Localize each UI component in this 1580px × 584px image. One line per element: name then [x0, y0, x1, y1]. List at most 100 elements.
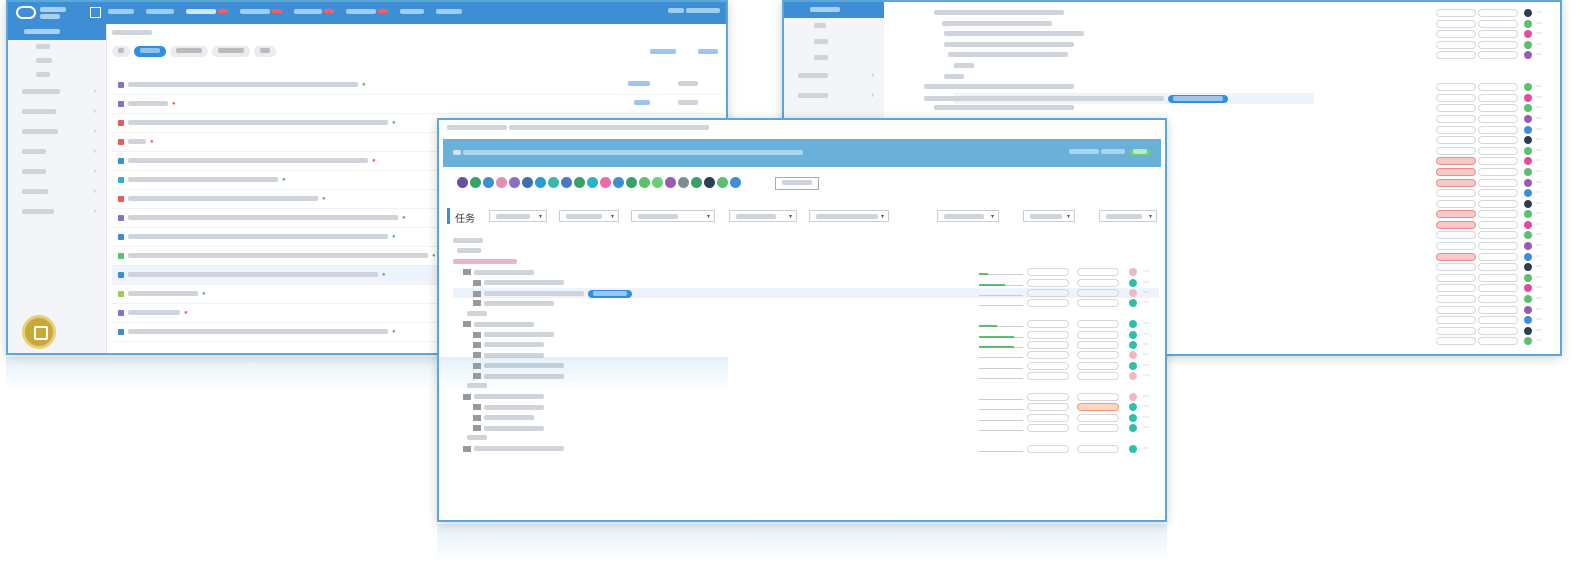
member-avatar[interactable] — [535, 177, 546, 188]
task-row[interactable]: ⋯ — [453, 402, 1159, 412]
status-icon[interactable] — [1524, 273, 1532, 282]
due-date-field[interactable] — [1077, 268, 1119, 277]
list-item[interactable]: ● — [112, 76, 722, 95]
start-date-field[interactable] — [1027, 351, 1069, 360]
status-icon[interactable] — [1129, 444, 1137, 453]
status-icon[interactable] — [1524, 199, 1532, 208]
due-date-field[interactable] — [1077, 392, 1119, 401]
member-avatar[interactable] — [574, 177, 585, 188]
start-date-field[interactable] — [1027, 413, 1069, 422]
status-icon[interactable] — [1524, 157, 1532, 166]
status-icon[interactable] — [1524, 252, 1532, 261]
member-avatar[interactable] — [665, 177, 676, 188]
more-icon[interactable]: ⋯ — [1536, 231, 1542, 238]
filter-pill[interactable] — [170, 46, 208, 57]
outline-row[interactable]: ⋯ — [914, 19, 1560, 30]
sidebar-item[interactable]: › — [8, 182, 106, 202]
outline-sidebar-item[interactable]: › — [784, 66, 884, 86]
start-date-field[interactable] — [1436, 51, 1476, 60]
sidebar-subitem[interactable] — [8, 40, 106, 54]
outline-row[interactable]: ⋯ — [914, 82, 1560, 93]
task-row[interactable]: ⋯ — [453, 267, 1159, 277]
due-date-field[interactable] — [1478, 114, 1518, 123]
due-date-field[interactable] — [1077, 351, 1119, 360]
start-date-field[interactable] — [1436, 146, 1476, 155]
start-date-field[interactable] — [1436, 93, 1476, 102]
outline-sidebar-subitem[interactable] — [784, 50, 884, 66]
outline-row[interactable] — [914, 61, 1560, 72]
member-avatar[interactable] — [600, 177, 611, 188]
due-date-field[interactable] — [1077, 403, 1119, 412]
status-icon[interactable] — [1524, 83, 1532, 92]
sidebar-subitem[interactable] — [8, 68, 106, 82]
more-icon[interactable]: ⋯ — [1536, 126, 1542, 133]
due-date-field[interactable] — [1478, 19, 1518, 28]
assignee-chip[interactable] — [1168, 94, 1228, 103]
more-icon[interactable]: ⋯ — [1536, 253, 1542, 260]
start-date-field[interactable] — [1436, 263, 1476, 272]
task-row[interactable]: ⋯ — [453, 361, 1159, 371]
due-date-field[interactable] — [1077, 278, 1119, 287]
status-icon[interactable] — [1129, 330, 1137, 339]
more-icon[interactable]: ⋯ — [1143, 403, 1149, 410]
more-icon[interactable]: ⋯ — [1143, 299, 1149, 306]
due-date-field[interactable] — [1478, 40, 1518, 49]
start-date-field[interactable] — [1436, 295, 1476, 304]
status-icon[interactable] — [1524, 136, 1532, 145]
due-date-field[interactable] — [1077, 424, 1119, 433]
task-group-row[interactable] — [453, 257, 1159, 267]
member-avatar[interactable] — [730, 177, 741, 188]
due-date-field[interactable] — [1478, 316, 1518, 325]
member-avatar[interactable] — [457, 177, 468, 188]
start-date-field[interactable] — [1436, 83, 1476, 92]
due-date-field[interactable] — [1077, 361, 1119, 370]
more-icon[interactable]: ⋯ — [1536, 327, 1542, 334]
status-icon[interactable] — [1524, 316, 1532, 325]
more-icon[interactable]: ⋯ — [1143, 372, 1149, 379]
module-tab[interactable] — [346, 8, 392, 15]
more-icon[interactable]: ⋯ — [1143, 362, 1149, 369]
status-icon[interactable] — [1524, 305, 1532, 314]
due-date-field[interactable] — [1478, 305, 1518, 314]
more-icon[interactable]: ⋯ — [1536, 30, 1542, 37]
sidebar-item[interactable]: › — [8, 122, 106, 142]
member-avatar[interactable] — [483, 177, 494, 188]
more-icon[interactable]: ⋯ — [1536, 41, 1542, 48]
start-date-field[interactable] — [1027, 361, 1069, 370]
outline-sidebar-subitem[interactable] — [784, 34, 884, 50]
sidebar-item[interactable]: › — [8, 102, 106, 122]
due-date-field[interactable] — [1478, 263, 1518, 272]
status-icon[interactable] — [1524, 114, 1532, 123]
due-date-field[interactable] — [1478, 9, 1518, 17]
status-icon[interactable] — [1524, 231, 1532, 240]
member-avatar[interactable] — [652, 177, 663, 188]
due-date-field[interactable] — [1077, 372, 1119, 381]
task-group-row[interactable] — [453, 236, 1159, 246]
filter-select[interactable] — [559, 210, 619, 223]
more-icon[interactable]: ⋯ — [1143, 393, 1149, 400]
module-tab[interactable] — [146, 8, 178, 15]
status-icon[interactable] — [1129, 278, 1137, 287]
more-icon[interactable]: ⋯ — [1536, 306, 1542, 313]
start-date-field[interactable] — [1436, 305, 1476, 314]
member-avatar[interactable] — [587, 177, 598, 188]
outline-sidebar-subitem[interactable] — [784, 18, 884, 34]
start-date-field[interactable] — [1436, 284, 1476, 293]
more-icon[interactable]: ⋯ — [1536, 210, 1542, 217]
status-icon[interactable] — [1524, 210, 1532, 219]
member-avatar[interactable] — [691, 177, 702, 188]
outline-row[interactable] — [914, 72, 1560, 83]
start-date-field[interactable] — [1436, 273, 1476, 282]
sort-select[interactable] — [937, 210, 999, 223]
outline-sidebar-item[interactable]: › — [784, 86, 884, 106]
due-date-field[interactable] — [1478, 104, 1518, 113]
more-icon[interactable]: ⋯ — [1143, 331, 1149, 338]
due-date-field[interactable] — [1077, 299, 1119, 308]
start-date-field[interactable] — [1436, 114, 1476, 123]
start-date-field[interactable] — [1436, 167, 1476, 176]
status-icon[interactable] — [1524, 30, 1532, 39]
settings-button[interactable] — [1099, 210, 1157, 223]
due-date-field[interactable] — [1478, 51, 1518, 60]
more-icon[interactable]: ⋯ — [1536, 104, 1542, 111]
sidebar-item[interactable]: › — [8, 82, 106, 102]
